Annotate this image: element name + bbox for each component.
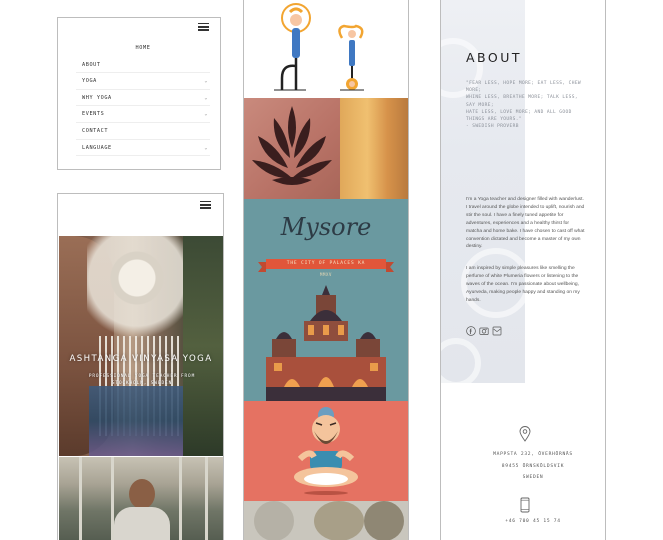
hero-image: ASHTANGA VINYASA YOGA PROFESSIONAL YOGA … [59,236,223,456]
illustration-gallery: Mysore THE CITY OF PALACES KA MMXV [243,0,409,540]
quote-line: SAY MORE; [466,102,494,108]
mobile-home-screen: ASHTANGA VINYASA YOGA PROFESSIONAL YOGA … [57,193,224,540]
menu-item-label: LANGUAGE [82,144,112,151]
yoga-figures-graphic [274,3,364,91]
facebook-icon[interactable] [466,323,476,336]
mobile-phone-icon [520,497,530,518]
quote-line: MORE; [466,88,482,94]
menu-item-label: EVENTS [82,111,105,118]
hero-title: ASHTANGA VINYASA YOGA [69,354,213,364]
chevron-down-icon[interactable]: ⌄ [204,106,208,123]
menu-item-events[interactable]: EVENTS ⌄ [76,106,210,123]
address-line: MAPPSTA 232, ÖVERHÖRNÄS [493,452,573,457]
menu-item-language[interactable]: LANGUAGE ⌄ [76,140,210,157]
map-pin-icon [519,426,531,447]
menu-item-label: HOME [135,45,151,51]
quote-line: "FEAR LESS, HOPE MORE; EAT LESS, CHEW [466,81,582,86]
mobile-menu-screen: HOME ABOUT YOGA ⌄ WHY YOGA ⌄ EVENTS ⌄ CONTA… [57,17,221,170]
menu-item-why-yoga[interactable]: WHY YOGA ⌄ [76,90,210,107]
lotus-icon [252,106,332,185]
quote-attribution: - SWEDISH PROVERB [466,124,519,130]
instagram-icon[interactable] [479,323,489,335]
yoga-pose-illustration [244,0,408,98]
meditating-guru-illustration [244,401,408,501]
hero-subtitle-line: STOCKHOLM, SWEDEN [111,381,173,386]
address-line: SWEDEN [522,475,544,481]
address-line: 89455 ÖRNSKÖLDSVIK [501,463,565,469]
hero-subtitle: PROFESSIONAL YOGA TEACHER FROM STOCKHOLM… [69,373,215,387]
lotus-photo [244,98,408,199]
about-title: ABOUT [466,50,523,65]
postal-address: MAPPSTA 232, ÖVERHÖRNÄS 89455 ÖRNSKÖLDSV… [461,449,605,484]
mysore-poster: Mysore THE CITY OF PALACES KA MMXV [244,199,408,401]
hamburger-menu-icon[interactable] [200,201,211,209]
menu-item-yoga[interactable]: YOGA ⌄ [76,73,210,90]
proverb-quote: "FEAR LESS, HOPE MORE; EAT LESS, CHEW MO… [466,80,586,130]
menu-item-label: YOGA [82,78,97,85]
menu-item-label: WHY YOGA [82,94,112,101]
hero-subtitle-line: PROFESSIONAL YOGA TEACHER FROM [88,374,196,379]
stone-carving-photo [244,501,408,540]
palace-illustration [266,285,386,401]
nav-menu: HOME ABOUT YOGA ⌄ WHY YOGA ⌄ EVENTS ⌄ CONTA… [76,40,210,157]
menu-item-label: CONTACT [82,127,109,134]
quote-line: THINGS ARE YOURS." [466,117,522,123]
quote-line: WHINE LESS, BREATHE MORE; TALK LESS, [466,95,578,101]
menu-item-home[interactable]: HOME [76,40,210,57]
quote-line: HATE LESS, LOVE MORE; AND ALL GOOD [466,109,572,115]
menu-item-contact[interactable]: CONTACT [76,123,210,140]
chevron-down-icon[interactable]: ⌄ [204,140,208,157]
social-links [466,323,502,336]
menu-item-label: ABOUT [82,61,101,68]
hamburger-menu-icon[interactable] [198,23,209,31]
guru-graphic [294,407,358,495]
chevron-down-icon[interactable]: ⌄ [204,90,208,107]
chevron-down-icon[interactable]: ⌄ [204,73,208,90]
bio-paragraph: I'm a Yoga teacher and designer filled w… [466,197,585,250]
email-icon[interactable] [492,323,502,336]
menu-item-about[interactable]: ABOUT [76,57,210,74]
bus-yoga-photo [59,457,223,540]
bio-paragraph: I am inspired by simple pleasures like s… [466,266,580,303]
about-page: ABOUT "FEAR LESS, HOPE MORE; EAT LESS, C… [440,0,606,540]
phone-number[interactable]: +46 700 45 15 74 [461,519,605,524]
